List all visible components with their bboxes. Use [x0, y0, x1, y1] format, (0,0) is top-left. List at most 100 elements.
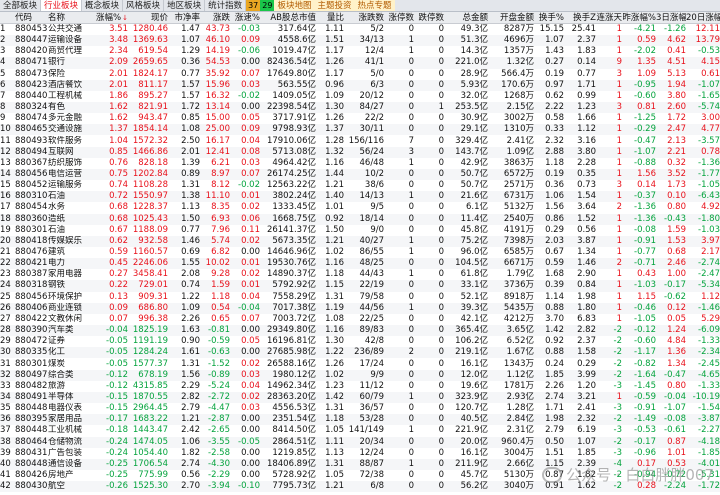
table-cell: 0.86 — [545, 213, 564, 224]
column-header[interactable]: 总金额 — [444, 12, 488, 24]
table-row[interactable]: 12 880494 互联网 0.85 1466.86 2.01 12.41 0.08 5713.… — [0, 146, 720, 158]
table-row[interactable]: 19 880301 石油 0.67 1188.09 0.77 7.96 0.11 26141.3… — [0, 225, 720, 236]
table-row[interactable]: 13 880367 纺织服饰 0.76 828.18 1.39 6.21 0.03 4964.4… — [0, 158, 720, 169]
table-row[interactable]: 33 880482 旅游 -0.12 4315.85 2.29 -5.24 0.04 14962… — [0, 381, 720, 392]
table-row[interactable]: 31 880301 煤炭 -0.05 1577.37 1.31 -1.52 0.02 26588… — [0, 359, 720, 370]
sector-code: 880423 — [15, 79, 48, 90]
table-cell: -0.02 — [238, 180, 260, 191]
column-header[interactable]: 昨涨幅% — [622, 12, 656, 24]
column-header[interactable]: 涨速% — [230, 12, 260, 24]
table-row[interactable]: 35 880448 电器仪表 -0.15 2964.45 2.79 -4.47 0.03 455… — [0, 403, 720, 414]
table-cell: 4315.85 — [132, 380, 168, 391]
table-cell: 2 — [616, 258, 622, 269]
table-cell: 8414.50亿 — [272, 425, 316, 436]
table-row[interactable]: 18 880360 造纸 0.68 1025.43 1.50 6.93 0.06 1668.75… — [0, 213, 720, 225]
table-row[interactable]: 9 880474 多元金融 1.62 943.47 0.85 15.00 0.05 3717.9… — [0, 113, 720, 124]
table-cell: 2.26 — [181, 313, 200, 324]
column-header[interactable]: 市净率 — [168, 12, 200, 24]
table-cell: 1.98 — [577, 291, 596, 302]
table-cell: 1.07 — [181, 35, 200, 46]
table-cell: 3 — [616, 180, 622, 191]
table-row[interactable]: 5 880473 保险 2.01 1824.17 0.77 35.92 0.07 17649.8… — [0, 69, 720, 80]
extra-tab-1[interactable]: 主题投资 — [314, 0, 355, 11]
table-cell: 34/13 — [359, 35, 385, 46]
table-row[interactable]: 37 880448 工业机械 -0.18 1443.47 2.42 -2.65 0.00 841… — [0, 425, 720, 436]
table-row[interactable]: 21 880476 建筑 0.59 1160.57 0.69 6.82 0.00 14646.9… — [0, 247, 720, 258]
table-cell: 0 — [438, 235, 444, 246]
column-header[interactable]: 20日涨幅% — [686, 12, 720, 24]
table-row[interactable]: 7 880440 工程机械 1.86 895.27 1.57 16.32 -0.02 1409.… — [0, 91, 720, 102]
table-row[interactable]: 42 880430 航空 -0.26 1525.30 2.70 -3.94 -0.10 7795… — [0, 481, 720, 493]
table-row[interactable]: 25 880456 环境保护 0.13 909.31 1.22 1.18 0.04 7558.2… — [0, 292, 720, 303]
column-header[interactable]: 涨停数 — [384, 12, 414, 24]
column-header[interactable]: 涨幅%↓ — [92, 12, 128, 24]
table-row[interactable]: 23 880387 家用电器 0.27 3458.41 2.08 9.28 0.02 14890… — [0, 269, 720, 280]
tab-4[interactable]: 地区板块 — [164, 0, 206, 11]
column-header[interactable]: AB股总市值 — [260, 12, 316, 24]
column-header[interactable]: 跌停数 — [414, 12, 444, 24]
table-row[interactable]: 10 880465 交通设施 1.37 1854.14 1.08 25.00 0.09 9798… — [0, 124, 720, 136]
tab-0[interactable]: 全部板块 — [0, 0, 42, 11]
column-header[interactable]: 代码 — [15, 12, 48, 24]
tab-3[interactable]: 风格板块 — [123, 0, 165, 11]
table-row[interactable]: 40 880448 通信设备 -0.25 1706.54 2.74 -4.30 0.00 184… — [0, 458, 720, 470]
table-cell: 1 — [616, 280, 622, 291]
table-row[interactable]: 34 880491 半导体 -0.15 1870.55 2.82 -2.72 0.02 2836… — [0, 391, 720, 404]
sector-name: 建筑 — [48, 247, 66, 257]
table-row[interactable]: 38 880464 仓储物流 -0.24 1474.05 1.06 -3.55 -0.05 28… — [0, 436, 720, 448]
column-header[interactable]: 连涨天 — [596, 12, 622, 24]
tab-1[interactable]: 行业板块 — [41, 0, 83, 11]
column-header[interactable]: 3日涨幅% — [656, 12, 686, 24]
table-row[interactable]: 28 880390 汽车类 -0.04 1825.19 1.63 -0.81 0.00 2934… — [0, 325, 720, 337]
table-row[interactable]: 27 880422 文教休闲 0.07 996.38 2.26 0.65 0.07 7003.7… — [0, 314, 720, 325]
table-row[interactable]: 30 880335 化工 -0.05 1284.24 1.61 -0.63 0.00 27685… — [0, 347, 720, 359]
table-cell: 0.04 — [241, 291, 260, 302]
table-row[interactable]: 14 880456 电信运营 0.75 1202.84 0.89 8.97 0.07 26174… — [0, 168, 720, 181]
table-cell: 3 — [616, 102, 622, 113]
table-cell: 29349.80亿 — [266, 325, 316, 336]
extra-tab-0[interactable]: 板块地图 — [274, 0, 315, 11]
table-row[interactable]: 26 880406 商业连锁 0.09 686.80 1.09 0.54 -0.04 7017.… — [0, 302, 720, 314]
table-cell: 3.70 — [545, 313, 564, 324]
column-header[interactable]: 名称 — [48, 12, 92, 24]
table-row[interactable]: 36 880395 家居用品 -0.17 1683.22 1.21 -2.87 0.00 235… — [0, 414, 720, 426]
sector-name: 仓储物流 — [48, 436, 83, 447]
table-cell: 1.67亿 — [506, 347, 534, 358]
table-row[interactable]: 6 880423 酒店餐饮 2.01 811.17 1.57 15.96 0.03 563.55… — [0, 79, 720, 91]
table-row[interactable]: 41 880426 房地产 -0.25 775.99 0.56 -2.29 0.00 5728.… — [0, 470, 720, 481]
table-row[interactable]: 3 880420 商贸代理 2.34 619.54 1.29 14.19 -0.06 1019.… — [0, 46, 720, 57]
column-header[interactable]: 换手Z — [564, 12, 596, 24]
column-header[interactable]: 开盘金额 — [488, 12, 534, 24]
table-row[interactable]: 24 880318 钢铁 0.22 729.01 0.74 1.59 0.01 5792.92亿… — [0, 280, 720, 292]
column-header[interactable]: 量比 — [316, 12, 344, 24]
column-header[interactable]: 现价 — [128, 12, 168, 24]
table-row[interactable]: 4 880471 银行 2.09 2659.65 0.36 54.53 0.00 82436.5… — [0, 57, 720, 69]
table-cell: 1.68 — [545, 269, 564, 280]
table-cell: 0.10 — [667, 191, 686, 202]
table-row[interactable]: 2 880447 运输设备 3.48 1369.63 1.07 46.10 0.09 4558.… — [0, 35, 720, 47]
table-row[interactable]: 29 880472 证券 -0.05 1191.19 0.90 -0.59 0.05 16196… — [0, 336, 720, 347]
table-row[interactable]: 1 880453 公共交通 3.51 1280.46 1.47 43.73 -0.03 317.… — [0, 24, 720, 35]
table-row[interactable]: 39 880431 广告包装 -0.24 1054.40 1.82 -2.58 0.00 121… — [0, 448, 720, 459]
table-cell: 1.11 — [325, 24, 344, 34]
table-row[interactable]: 11 880493 软件服务 1.04 1572.32 2.50 16.17 0.04 1791… — [0, 136, 720, 147]
table-row[interactable]: 17 880454 水务 0.68 1228.37 1.13 8.35 0.02 1333.45… — [0, 202, 720, 213]
table-cell: 0 — [438, 113, 444, 124]
table-cell: 1.85 — [577, 447, 596, 458]
column-header[interactable]: 涨跌 — [200, 12, 230, 24]
table-row[interactable]: 20 880418 传媒娱乐 0.62 932.58 1.46 5.74 0.02 5673.3… — [0, 235, 720, 247]
tab-5[interactable]: 统计指数 — [205, 0, 247, 11]
table-row[interactable]: 16 880310 石油 0.72 1550.97 1.38 11.10 0.01 3802.2… — [0, 191, 720, 203]
table-row[interactable]: 22 880421 电力 0.45 2246.06 1.55 10.02 0.01 19530.… — [0, 258, 720, 270]
sector-code: 880454 — [15, 202, 48, 213]
table-row[interactable]: 32 880497 综合类 -0.12 678.19 1.56 -0.89 0.03 1980.… — [0, 369, 720, 381]
column-header[interactable]: 涨跌数 — [344, 12, 384, 24]
column-header[interactable]: 换手% — [534, 12, 564, 24]
table-cell: -1.25 — [634, 113, 656, 124]
table-row[interactable]: 15 880452 运输服务 0.74 1108.28 1.31 8.12 -0.02 1256… — [0, 180, 720, 191]
table-cell: 2.42 — [181, 425, 200, 436]
extra-tab-2[interactable]: 热点专题 — [354, 0, 395, 11]
table-cell: 0 — [438, 68, 444, 79]
tab-2[interactable]: 概念板块 — [82, 0, 124, 11]
table-row[interactable]: 8 880324 有色 1.62 821.91 1.72 13.14 0.00 22398.54… — [0, 102, 720, 114]
